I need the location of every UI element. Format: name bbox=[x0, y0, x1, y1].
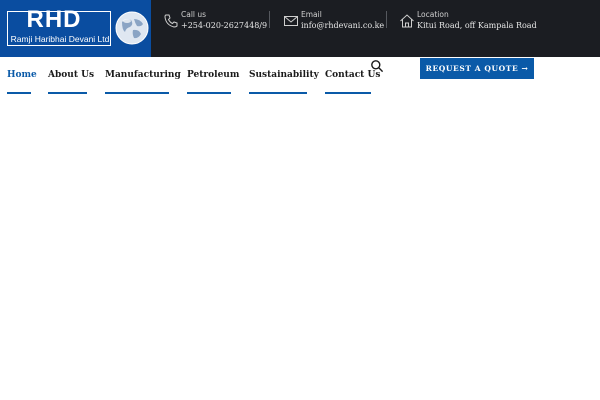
phone-icon bbox=[164, 14, 178, 28]
request-quote-button[interactable]: REQUEST A QUOTE → bbox=[420, 58, 534, 79]
contact-email[interactable]: Email info@rhdevani.co.ke bbox=[283, 0, 385, 57]
contact-email-value: info@rhdevani.co.ke bbox=[301, 21, 385, 30]
nav-underline bbox=[7, 92, 31, 94]
contact-phone-label: Call us bbox=[181, 10, 207, 19]
contact-email-label: Email bbox=[301, 10, 322, 19]
nav-item-petroleum[interactable]: Petroleum bbox=[187, 70, 239, 80]
logo-company-name: Ramji Haribhai Devani Ltd bbox=[10, 34, 110, 44]
nav-underline bbox=[325, 92, 371, 94]
top-bar: RHD Ramji Haribhai Devani Ltd Call us +2… bbox=[0, 0, 600, 57]
contact-phone[interactable]: Call us +254-020-2627448/9 bbox=[163, 0, 267, 57]
nav-item-home[interactable]: Home bbox=[7, 70, 37, 80]
divider bbox=[386, 11, 387, 28]
contact-location-label: Location bbox=[417, 10, 449, 19]
nav-underline bbox=[48, 92, 87, 94]
nav-underline bbox=[187, 92, 231, 94]
contact-location[interactable]: Location Kitui Road, off Kampala Road bbox=[399, 0, 539, 57]
globe-icon bbox=[115, 11, 149, 45]
contact-location-value: Kitui Road, off Kampala Road bbox=[417, 21, 537, 30]
nav-item-manufacturing[interactable]: Manufacturing bbox=[105, 70, 181, 80]
contact-phone-value: +254-020-2627448/9 bbox=[181, 21, 268, 30]
divider bbox=[269, 11, 270, 28]
nav-item-sustainability[interactable]: Sustainability bbox=[249, 70, 319, 80]
nav-item-about-us[interactable]: About Us bbox=[48, 70, 94, 80]
nav-underline bbox=[105, 92, 169, 94]
mail-icon bbox=[284, 16, 298, 26]
logo-text: RHD bbox=[26, 6, 82, 33]
site-logo[interactable]: RHD Ramji Haribhai Devani Ltd bbox=[0, 0, 151, 57]
home-icon bbox=[400, 14, 414, 28]
search-icon[interactable] bbox=[370, 59, 384, 73]
nav-underline bbox=[249, 92, 307, 94]
